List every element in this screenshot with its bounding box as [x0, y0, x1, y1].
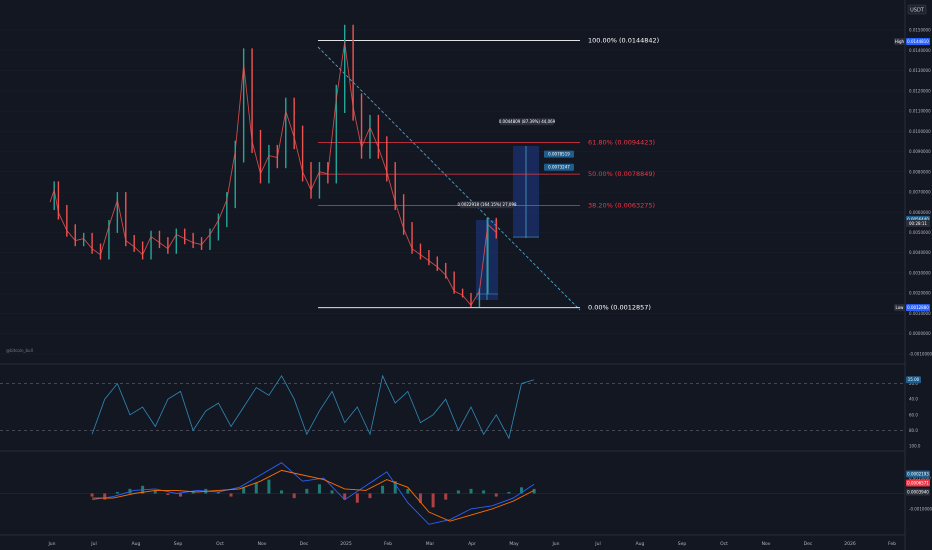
measure-label: 0.0044809 (87.39%) 44,069 [499, 119, 556, 124]
macd-histogram-bar [267, 479, 271, 494]
macd-histogram-bar [444, 493, 448, 500]
price-tick-label: 0.0140000 [909, 48, 931, 53]
rsi-tick-label: 80.0 [909, 428, 918, 433]
price-scale-tag-text: High [895, 39, 905, 44]
rsi-tick-label: 40.0 [909, 397, 918, 402]
macd-histogram-bar [115, 491, 119, 494]
time-tick-label: Feb [384, 541, 392, 547]
time-axis: Jun Jul Aug Sep Oct Nov Dec 2025 Feb Mar Apr May Jun… [47, 541, 896, 547]
macd-histogram-bar [406, 488, 410, 494]
time-tick-label: Apr [468, 541, 476, 547]
time-tick-label: Aug [132, 541, 141, 547]
measure-label: 0.0078519 [548, 152, 570, 157]
fib-level-label: 100.00% (0.0144842) [588, 37, 659, 45]
rsi-tick-label: 100.0 [909, 444, 921, 449]
time-tick-label: May [509, 541, 519, 547]
price-tick-label: 0.0040000 [909, 250, 931, 255]
price-tick-label: 0.0090000 [909, 149, 931, 154]
price-tick-label: 0.0020000 [909, 291, 931, 296]
macd-histogram-bar [507, 491, 511, 494]
time-tick-label: Jun [47, 541, 55, 547]
macd-histogram-bar [482, 490, 486, 494]
macd-histogram-bar [469, 488, 473, 494]
macd-histogram-bar [381, 485, 385, 494]
time-tick-label: 2026 [844, 541, 856, 547]
price-scale-badge-text: 0.0144810 [907, 39, 929, 44]
macd-badge-text: 0.0006571 [907, 481, 929, 486]
time-tick-label: Feb [888, 541, 896, 547]
macd-histogram-bar [456, 490, 460, 494]
macd-histogram-bar [431, 493, 435, 508]
macd-badge-text: 0.0002193 [907, 472, 929, 477]
fib-level-label: 61.80% (0.0094423) [588, 139, 655, 147]
time-tick-label: Dec [804, 541, 813, 547]
time-tick-label: Oct [720, 541, 728, 547]
chart-background [0, 0, 932, 550]
time-tick-label: Jun [551, 541, 559, 547]
macd-histogram-bar [355, 493, 359, 503]
price-tick-label: 0.0070000 [909, 190, 931, 195]
time-tick-label: Nov [762, 541, 771, 547]
time-tick-label: Aug [636, 541, 645, 547]
macd-badge-text: 0.0003940 [907, 490, 929, 495]
time-tick-label: Oct [216, 541, 224, 547]
rsi-tick-label: 60.0 [909, 412, 918, 417]
price-tick-label: 0.0120000 [909, 88, 931, 93]
macd-histogram-bar [330, 490, 334, 494]
watermark: @bitcoin_bull [6, 348, 33, 353]
price-scale-badge-text: 00:28:11 [909, 221, 927, 226]
price-tick-label: 0.0150000 [909, 28, 931, 33]
macd-histogram-bar [494, 493, 498, 497]
price-tick-label: 0.0060000 [909, 210, 931, 215]
fib-level-label: 50.00% (0.0078849) [588, 170, 655, 178]
measure-label: 0.0022918 (164.15%) 27,098 [457, 202, 517, 207]
macd-histogram-bar [292, 493, 296, 499]
price-tick-label: 0.0050000 [909, 230, 931, 235]
macd-tick-label: -0.0010000 [909, 506, 932, 511]
macd-histogram-bar [305, 488, 309, 494]
time-tick-label: Nov [258, 541, 267, 547]
price-tick-label: 0.0100000 [909, 129, 931, 134]
price-tick-label: 0.0010000 [909, 311, 931, 316]
macd-histogram-bar [368, 493, 372, 499]
time-tick-label: Mar [426, 541, 435, 547]
fib-level-label: 38.20% (0.0063275) [588, 202, 655, 210]
macd-histogram-bar [317, 484, 321, 494]
macd-histogram-bar [254, 482, 258, 494]
price-tick-label: 0.0130000 [909, 68, 931, 73]
price-tick-label: 0.0110000 [909, 109, 931, 114]
price-tick-label: -0.0010000 [909, 351, 932, 356]
macd-histogram-bar [166, 493, 170, 496]
time-tick-label: 2025 [340, 541, 352, 547]
measure-label: 0.0073247 [548, 165, 570, 170]
price-scale-badge-text: 0.0012880 [907, 305, 929, 310]
chart-canvas: USDT 0.0150000 0.0140000 0.0130000 0.012000… [0, 0, 932, 550]
time-tick-label: Sep [678, 541, 687, 547]
macd-histogram-bar [90, 493, 94, 497]
macd-histogram-bar [229, 493, 233, 497]
macd-histogram-bar [179, 493, 183, 497]
fib-level-label: 0.00% (0.0012857) [588, 304, 651, 312]
price-tick-label: 0.0080000 [909, 169, 931, 174]
time-tick-label: Jul [90, 541, 96, 547]
price-tick-label: 0.0030000 [909, 270, 931, 275]
price-tick-label: 0.0000000 [909, 331, 931, 336]
macd-histogram-bar [242, 487, 246, 494]
macd-histogram-bar [280, 490, 284, 494]
currency-badge[interactable]: USDT [907, 4, 927, 15]
time-tick-label: Sep [174, 541, 183, 547]
rsi-badge-text: 15.00 [908, 377, 920, 382]
time-tick-label: Dec [300, 541, 309, 547]
macd-histogram-bar [103, 493, 107, 500]
currency-label: USDT [910, 8, 925, 14]
time-tick-label: Jul [594, 541, 600, 547]
price-scale-tag-text: Low [896, 305, 905, 310]
